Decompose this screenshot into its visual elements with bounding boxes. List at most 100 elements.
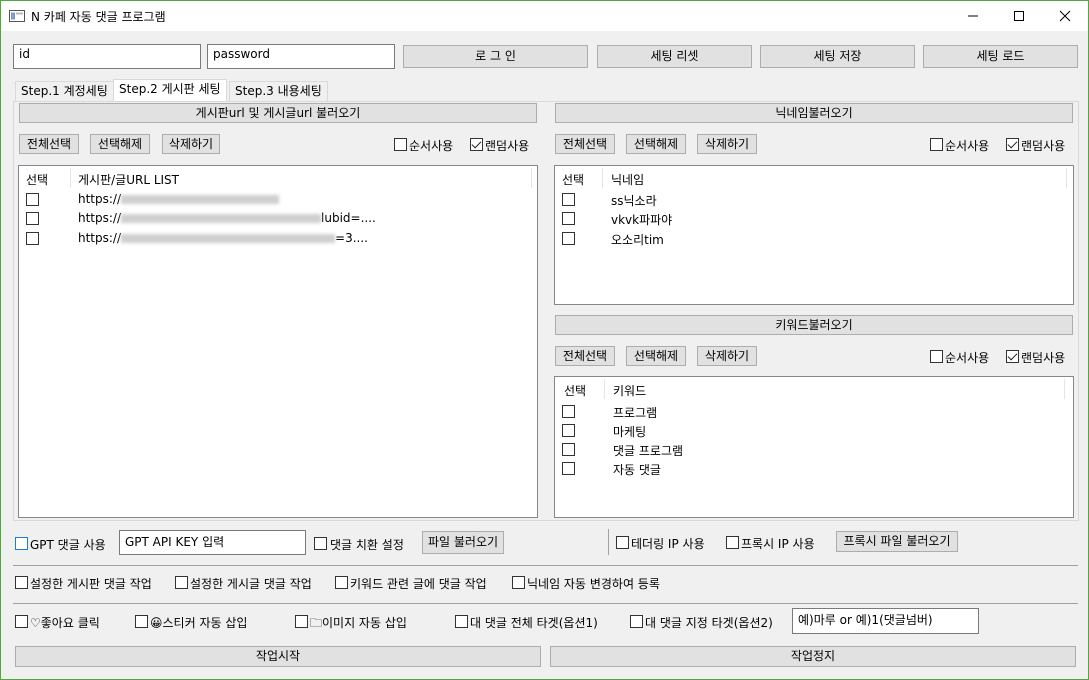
keyword-row-checkbox[interactable] [562,443,575,456]
column-separator [531,168,532,188]
keyword-deselect-button[interactable]: 선택해제 [626,346,686,366]
board-row-url[interactable]: https://lubid=.... [78,211,376,225]
nickname-row-checkbox[interactable] [562,212,575,225]
divider [13,565,1078,566]
keyword-select-all-button[interactable]: 전체선택 [555,346,615,366]
replace-setting-label: 댓글 치환 설정 [330,538,404,552]
reply-target-field[interactable]: 예)마루 or 예)1(댓글넘버) [792,608,979,634]
keyword-row-label[interactable]: 마케팅 [613,423,646,440]
keyword-order-label: 순서사용 [945,351,990,365]
board-order-checkbox[interactable] [394,138,407,151]
board-deselect-button[interactable]: 선택해제 [90,134,150,154]
post-comment-checkbox[interactable] [175,576,188,589]
close-button[interactable] [1042,1,1088,31]
nickname-order-checkbox[interactable] [930,138,943,151]
replace-setting-checkbox[interactable] [314,537,327,550]
board-row-checkbox[interactable] [26,212,39,225]
proxy-file-load-button[interactable]: 프록시 파일 불러오기 [836,531,958,552]
nick-change-checkbox[interactable] [512,576,525,589]
reply-specific-target-label: 대 댓글 지정 타겟(옵션2) [645,616,773,630]
nickname-row-label[interactable]: ss닉소라 [611,192,657,209]
keyword-row-label[interactable]: 프로그램 [613,404,657,421]
close-icon [1059,10,1071,22]
nickname-header[interactable]: 닉네임불러오기 [555,103,1073,123]
stop-button[interactable]: 작업정지 [550,646,1076,667]
board-comment-checkbox[interactable] [15,576,28,589]
keyword-row-label[interactable]: 자동 댓글 [613,461,661,478]
load-settings-button[interactable]: 세팅 로드 [923,45,1078,68]
board-row-url[interactable]: https://=3.... [78,231,368,245]
like-click-checkbox[interactable] [15,615,28,628]
board-row-url[interactable]: https:// [78,192,280,206]
reply-all-target-label: 대 댓글 전체 타겟(옵션1) [470,616,598,630]
reset-settings-button[interactable]: 세팅 리셋 [597,45,752,68]
nickname-deselect-button[interactable]: 선택해제 [626,134,686,154]
password-field[interactable]: password [207,44,395,69]
minimize-button[interactable] [950,1,996,31]
tab-step3[interactable]: Step.3 내용세팅 [229,81,328,102]
board-col-select: 선택 [26,173,49,187]
save-settings-button[interactable]: 세팅 저장 [760,45,915,68]
keyword-header[interactable]: 키워드불러오기 [555,315,1073,335]
nick-change-label: 닉네임 자동 변경하여 등록 [527,577,660,591]
column-separator [1064,379,1065,399]
nickname-select-all-button[interactable]: 전체선택 [555,134,615,154]
tab-step1[interactable]: Step.1 계정세팅 [15,81,114,102]
column-separator [1066,168,1067,188]
reply-specific-target-checkbox[interactable] [630,615,643,628]
proxy-ip-checkbox[interactable] [726,536,739,549]
maximize-button[interactable] [996,1,1042,31]
nickname-row-label[interactable]: vkvk파파야 [611,211,672,228]
nickname-row-checkbox[interactable] [562,232,575,245]
sticker-insert-label: 😀스티커 자동 삽입 [150,616,248,630]
title-bar: N 카페 자동 댓글 프로그램 [1,1,1088,31]
board-url-header[interactable]: 게시판url 및 게시글url 불러오기 [19,103,537,123]
keyword-delete-button[interactable]: 삭제하기 [697,346,757,366]
keyword-comment-checkbox[interactable] [335,576,348,589]
tethering-ip-checkbox[interactable] [616,536,629,549]
image-insert-label: 🗀이미지 자동 삽입 [310,616,407,630]
tethering-ip-label: 테더링 IP 사용 [631,537,705,551]
divider [608,529,609,555]
minimize-icon [968,15,978,17]
board-order-label: 순서사용 [409,139,454,153]
image-insert-checkbox[interactable] [295,615,308,628]
nickname-row-checkbox[interactable] [562,193,575,206]
nickname-random-checkbox[interactable] [1006,138,1019,151]
nickname-delete-button[interactable]: 삭제하기 [697,134,757,154]
keyword-order-checkbox[interactable] [930,350,943,363]
sticker-insert-checkbox[interactable] [135,615,148,628]
keyword-random-checkbox[interactable] [1006,350,1019,363]
nickname-row-label[interactable]: 오소리tim [611,231,664,248]
keyword-row-label[interactable]: 댓글 프로그램 [613,442,683,459]
keyword-row-checkbox[interactable] [562,405,575,418]
start-button[interactable]: 작업시작 [15,646,541,667]
gpt-use-label: GPT 댓글 사용 [30,538,106,552]
board-row-checkbox[interactable] [26,193,39,206]
keyword-random-label: 랜덤사용 [1021,351,1066,365]
window-title: N 카페 자동 댓글 프로그램 [31,10,166,24]
gpt-use-checkbox[interactable] [15,537,28,550]
column-separator [70,168,71,188]
app-icon [9,10,25,22]
board-select-all-button[interactable]: 전체선택 [19,134,79,154]
id-field[interactable]: id [13,44,201,69]
nickname-order-label: 순서사용 [945,139,990,153]
login-button[interactable]: 로 그 인 [403,45,588,68]
app-window: N 카페 자동 댓글 프로그램 id password 로 그 인 세팅 리셋 … [0,0,1089,680]
keyword-col-keyword: 키워드 [613,384,647,398]
nickname-col-select: 선택 [562,173,585,187]
keyword-col-select: 선택 [564,384,587,398]
gpt-api-key-field[interactable]: GPT API KEY 입력 [119,530,306,555]
column-separator [604,379,605,399]
keyword-row-checkbox[interactable] [562,462,575,475]
file-load-button[interactable]: 파일 불러오기 [422,531,504,554]
board-random-checkbox[interactable] [470,138,483,151]
board-delete-button[interactable]: 삭제하기 [162,134,220,154]
tab-step2[interactable]: Step.2 게시판 세팅 [113,79,227,102]
keyword-row-checkbox[interactable] [562,424,575,437]
nickname-col-name: 닉네임 [611,173,645,187]
board-row-checkbox[interactable] [26,232,39,245]
reply-all-target-checkbox[interactable] [455,615,468,628]
like-click-label: ♡좋아요 클릭 [30,616,100,630]
